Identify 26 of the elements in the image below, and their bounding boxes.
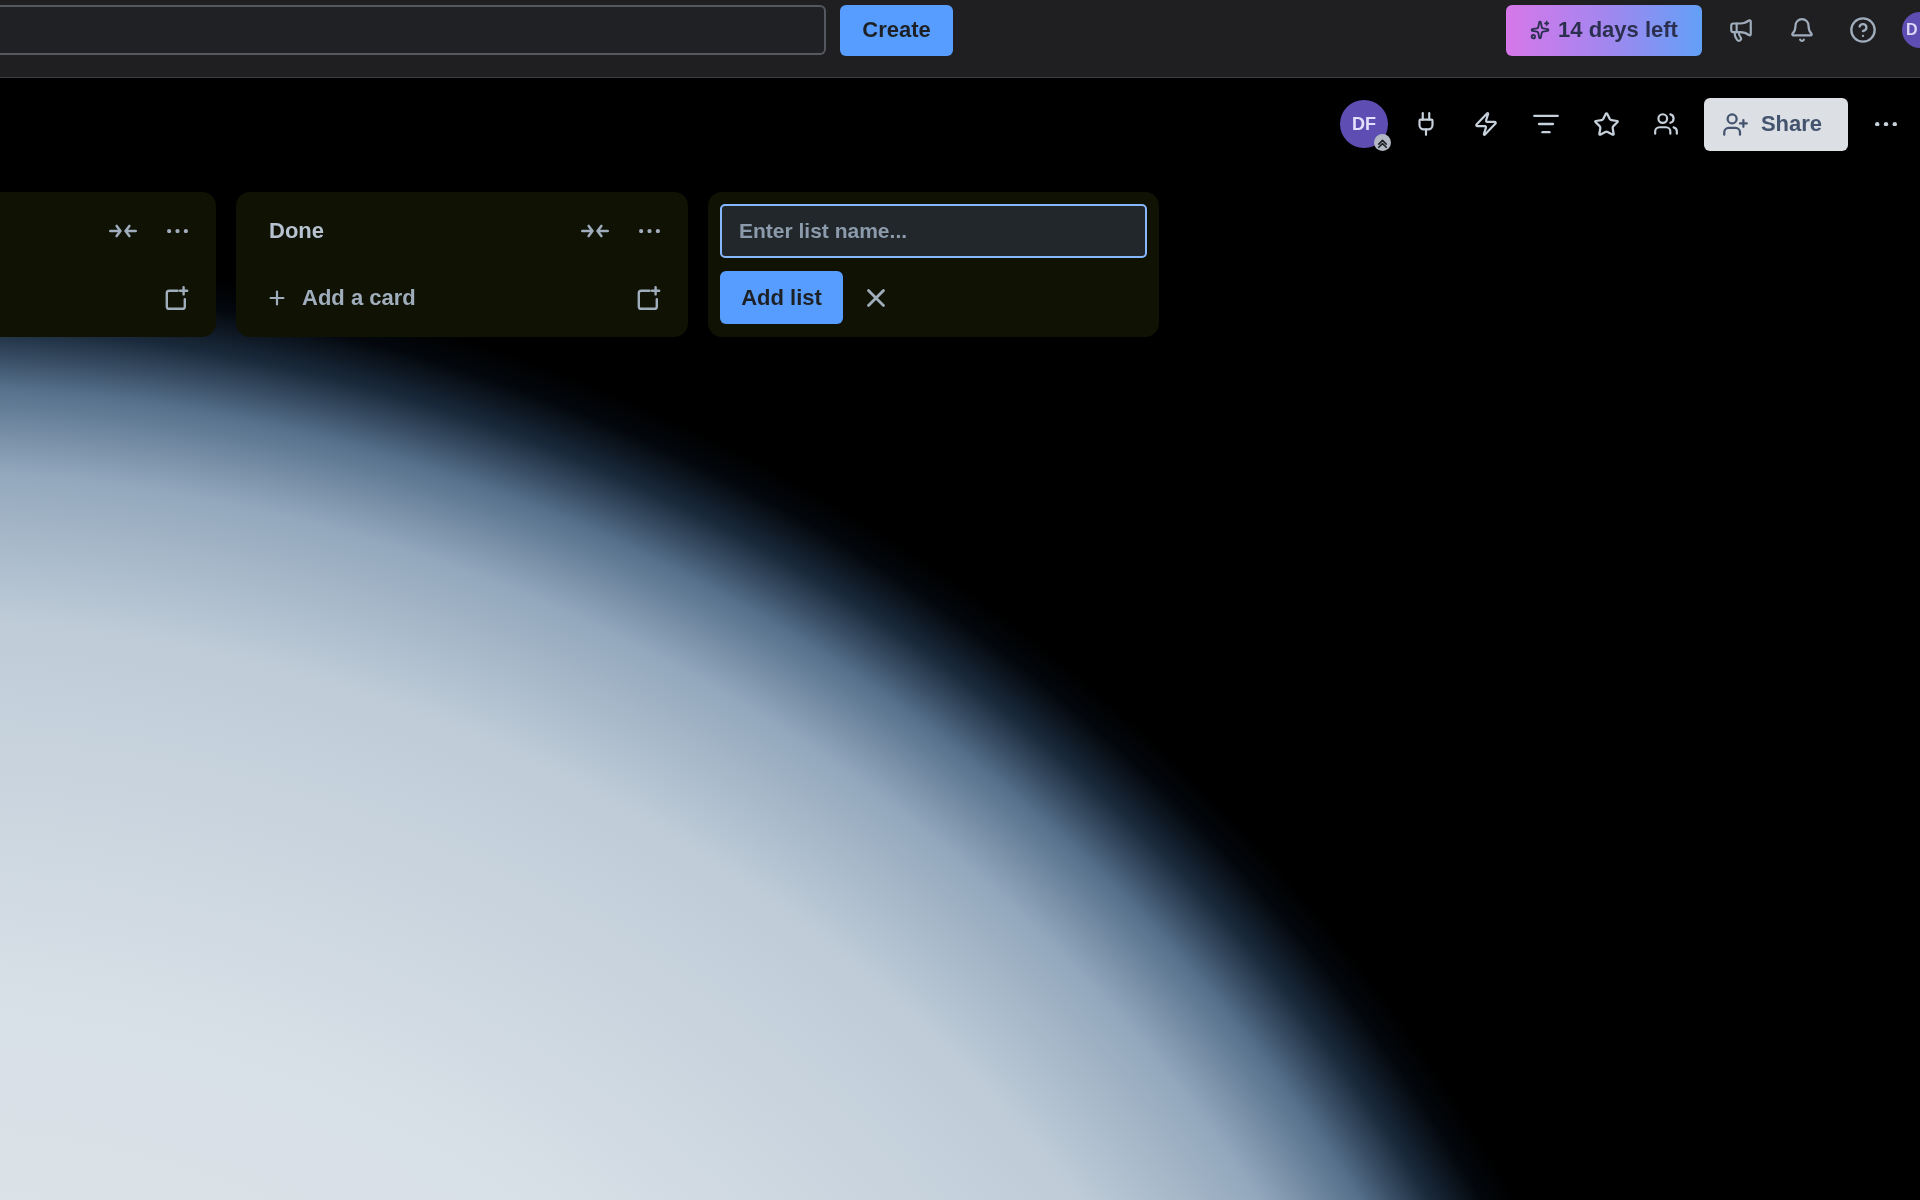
bell-icon bbox=[1789, 17, 1815, 43]
megaphone-icon bbox=[1728, 17, 1754, 43]
account-avatar[interactable]: D bbox=[1902, 12, 1920, 48]
trial-badge-button[interactable]: 14 days left bbox=[1506, 4, 1702, 56]
help-icon bbox=[1849, 16, 1877, 44]
collapse-arrows-icon bbox=[109, 224, 137, 238]
list-title[interactable]: Done bbox=[269, 218, 561, 244]
more-icon bbox=[1875, 121, 1897, 127]
sparkles-icon bbox=[1530, 20, 1551, 40]
create-button[interactable]: Create bbox=[840, 4, 953, 56]
member-avatar[interactable]: DF bbox=[1340, 100, 1388, 148]
card-template-icon bbox=[637, 286, 661, 310]
more-icon bbox=[166, 228, 188, 234]
search-field[interactable] bbox=[0, 5, 826, 55]
people-icon bbox=[1653, 111, 1679, 137]
chevron-badge-icon bbox=[1374, 134, 1391, 151]
add-card-button[interactable]: Add a card bbox=[248, 276, 426, 320]
star-icon bbox=[1592, 110, 1620, 138]
share-button[interactable]: Share bbox=[1704, 97, 1848, 151]
card-template-icon bbox=[165, 286, 189, 310]
add-list-button[interactable]: Add list bbox=[720, 271, 843, 324]
more-icon bbox=[638, 228, 660, 234]
lightning-icon bbox=[1473, 111, 1499, 137]
add-person-icon bbox=[1721, 110, 1749, 138]
list-name-field[interactable]: Enter list name... bbox=[720, 204, 1147, 258]
collapse-arrows-icon bbox=[581, 224, 609, 238]
